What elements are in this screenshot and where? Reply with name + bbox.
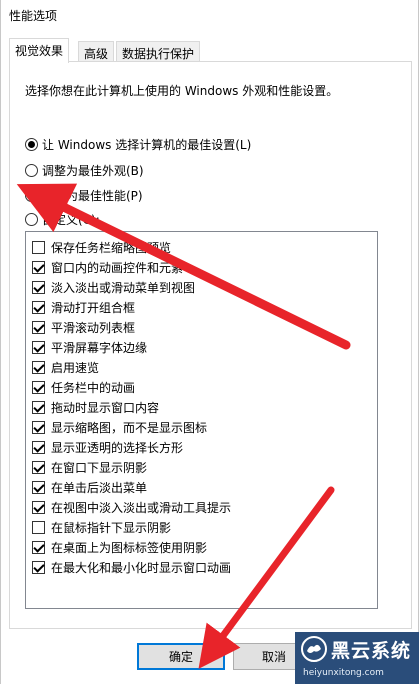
effect-label: 显示亚透明的选择长方形 [51, 440, 184, 455]
effect-item[interactable]: 平滑滚动列表框 [32, 318, 135, 336]
effect-label: 保存任务栏缩略图预览 [51, 240, 172, 255]
effect-label: 在单击后淡出菜单 [51, 480, 148, 495]
radio-let-windows-choose[interactable]: 让 Windows 选择计算机的最佳设置(L) [25, 135, 251, 153]
effect-label: 拖动时显示窗口内容 [51, 400, 160, 415]
effect-checkbox[interactable] [32, 560, 45, 574]
panel-description: 选择你想在此计算机上使用的 Windows 外观和性能设置。 [25, 84, 339, 98]
watermark-brand: 黑云系统 [331, 640, 412, 662]
performance-options-window: 性能选项 视觉效果 高级 数据执行保护 选择你想在此计算机上使用的 Window… [0, 0, 419, 684]
effect-label: 平滑滚动列表框 [51, 320, 136, 335]
effect-item[interactable]: 在视图中淡入淡出或滑动工具提示 [32, 498, 231, 516]
effect-label: 在最大化和最小化时显示窗口动画 [51, 560, 232, 575]
tab-strip: 视觉效果 高级 数据执行保护 [1, 38, 418, 63]
effect-label: 在视图中淡入淡出或滑动工具提示 [51, 500, 232, 515]
effect-item[interactable]: 滑动打开组合框 [32, 298, 135, 316]
window-title: 性能选项 [9, 9, 58, 23]
effect-label: 任务栏中的动画 [51, 380, 136, 395]
radio-best-appearance[interactable]: 调整为最佳外观(B) [25, 161, 144, 179]
effect-label: 启用速览 [51, 360, 100, 375]
effect-checkbox[interactable] [32, 500, 45, 514]
tab-visual-effects[interactable]: 视觉效果 [9, 38, 70, 63]
effect-label: 淡入淡出或滑动菜单到视图 [51, 280, 196, 295]
effect-checkbox[interactable] [32, 280, 45, 294]
radio-custom[interactable]: 自定义(C): [25, 210, 100, 228]
effect-item[interactable]: 启用速览 [32, 358, 99, 376]
cloud-logo-icon [301, 636, 327, 662]
effect-label: 滑动打开组合框 [51, 300, 136, 315]
watermark-url: heiyunxitong.com [303, 668, 384, 678]
watermark-logo: 黑云系统 heiyunxitong.com [295, 632, 419, 684]
effect-label: 平滑屏幕字体边缘 [51, 340, 148, 355]
effect-label: 显示缩略图，而不是显示图标 [51, 420, 208, 435]
effect-checkbox[interactable] [32, 300, 45, 314]
effect-item[interactable]: 拖动时显示窗口内容 [32, 398, 159, 416]
effect-item[interactable]: 在单击后淡出菜单 [32, 478, 147, 496]
effect-label: 窗口内的动画控件和元素 [51, 260, 184, 275]
effect-checkbox[interactable] [32, 420, 45, 434]
effect-checkbox[interactable] [32, 440, 45, 454]
radio-label: 让 Windows 选择计算机的最佳设置(L) [42, 137, 252, 152]
radio-label: 调整为最佳外观(B) [42, 163, 144, 178]
effect-checkbox[interactable] [32, 340, 45, 354]
effect-item[interactable]: 在窗口下显示阴影 [32, 458, 147, 476]
effect-item[interactable]: 在最大化和最小化时显示窗口动画 [32, 558, 231, 576]
radio-button[interactable] [25, 188, 38, 202]
radio-button[interactable] [25, 137, 38, 151]
effect-item[interactable]: 平滑屏幕字体边缘 [32, 338, 147, 356]
radio-button[interactable] [25, 163, 38, 177]
effect-checkbox[interactable] [32, 260, 45, 274]
effect-checkbox[interactable] [32, 240, 45, 254]
effect-item[interactable]: 显示缩略图，而不是显示图标 [32, 418, 207, 436]
radio-best-performance[interactable]: 调整为最佳性能(P) [25, 186, 143, 204]
effect-checkbox[interactable] [32, 520, 45, 534]
radio-button[interactable] [25, 212, 38, 226]
effect-checkbox[interactable] [32, 480, 45, 494]
effect-checkbox[interactable] [32, 380, 45, 394]
effect-checkbox[interactable] [32, 360, 45, 374]
tab-advanced[interactable]: 高级 [78, 41, 115, 62]
effect-item[interactable]: 显示亚透明的选择长方形 [32, 438, 183, 456]
radio-label: 自定义(C): [42, 212, 100, 227]
effect-checkbox[interactable] [32, 540, 45, 554]
effect-label: 在窗口下显示阴影 [51, 460, 148, 475]
effect-item[interactable]: 在桌面上为图标标签使用阴影 [32, 538, 207, 556]
effect-checkbox[interactable] [32, 460, 45, 474]
effect-item[interactable]: 窗口内的动画控件和元素 [32, 258, 183, 276]
effect-checkbox[interactable] [32, 400, 45, 414]
effect-checkbox[interactable] [32, 320, 45, 334]
effect-label: 在鼠标指针下显示阴影 [51, 520, 172, 535]
title-bar: 性能选项 [1, 0, 418, 30]
tab-data-execution-prevention[interactable]: 数据执行保护 [116, 41, 201, 62]
effect-item[interactable]: 保存任务栏缩略图预览 [32, 238, 171, 256]
effect-label: 在桌面上为图标标签使用阴影 [51, 540, 208, 555]
radio-label: 调整为最佳性能(P) [42, 188, 143, 203]
effects-listbox[interactable]: 保存任务栏缩略图预览 窗口内的动画控件和元素 淡入淡出或滑动菜单到视图 滑动打开组合框… [25, 231, 378, 609]
effect-item[interactable]: 任务栏中的动画 [32, 378, 135, 396]
effect-item[interactable]: 在鼠标指针下显示阴影 [32, 518, 171, 536]
effect-item[interactable]: 淡入淡出或滑动菜单到视图 [32, 278, 195, 296]
ok-button[interactable]: 确定 [137, 643, 225, 670]
